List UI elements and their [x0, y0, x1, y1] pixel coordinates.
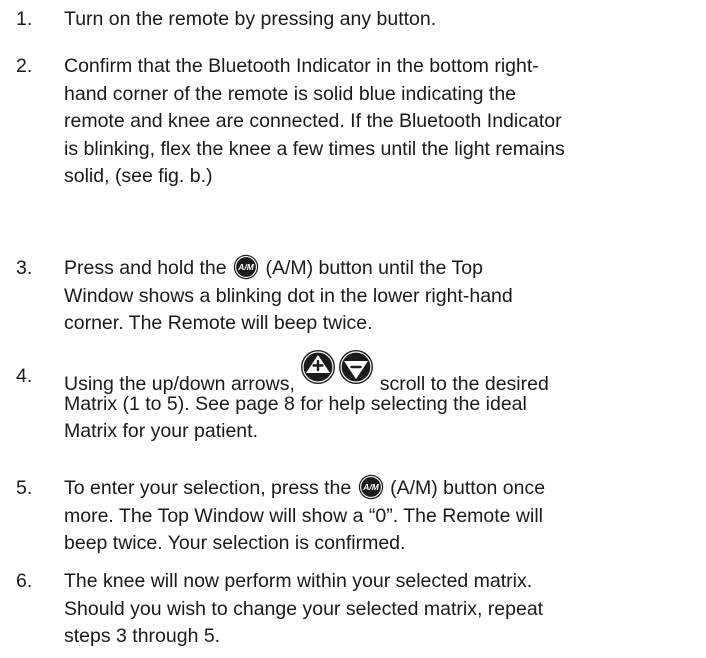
am-button-icon: A/M — [233, 254, 259, 280]
step-text-segment: (A/M) button until the Top — [265, 257, 483, 279]
step-line: The knee will now perform within your se… — [64, 570, 533, 592]
step-number: 3. — [16, 257, 33, 279]
am-icon-label: A/M — [237, 262, 255, 272]
step-text: Press and hold the A/M (A/M) button unti… — [64, 254, 704, 338]
step-line: Turn on the remote by pressing any butto… — [64, 8, 437, 30]
step-number: 6. — [16, 570, 33, 592]
step-text: The knee will now perform within your se… — [64, 568, 704, 651]
step-line: To enter your selection, press the A/M (… — [64, 474, 704, 503]
step-text: To enter your selection, press the A/M (… — [64, 474, 704, 558]
step-number: 1. — [16, 8, 33, 30]
step-line: is blinking, flex the knee a few times u… — [64, 137, 565, 160]
step-text-segment: To enter your selection, press the — [64, 477, 352, 499]
step-line: more. The Top Window will show a “0”. Th… — [64, 504, 544, 527]
down-arrow-button-icon — [338, 349, 374, 385]
step-number: 5. — [16, 477, 33, 499]
step-line: Matrix for your patient. — [64, 420, 258, 442]
step-line: Press and hold the A/M (A/M) button unti… — [64, 254, 704, 283]
step-text-segment: (A/M) button once — [390, 477, 546, 499]
step-line: Window shows a blinking dot in the lower… — [64, 284, 513, 307]
step-line: remote and knee are connected. If the Bl… — [64, 110, 562, 132]
up-arrow-button-icon — [300, 349, 336, 385]
step-text: Using the up/down arrows, scroll to the … — [64, 350, 704, 446]
step-line: Matrix (1 to 5). See page 8 for help sel… — [64, 392, 527, 415]
step-line: beep twice. Your selection is confirmed. — [64, 532, 406, 554]
step-line: Confirm that the Bluetooth Indicator in … — [64, 55, 539, 77]
step-number: 2. — [16, 55, 33, 77]
step-text: Confirm that the Bluetooth Indicator in … — [64, 53, 704, 191]
step-line: Should you wish to change your selected … — [64, 597, 544, 620]
step-line: Using the up/down arrows, scroll to the … — [64, 350, 704, 395]
step-number: 4. — [16, 365, 33, 387]
step-line: steps 3 through 5. — [64, 625, 221, 647]
step-text-segment: Press and hold the — [64, 257, 227, 279]
step-line: hand corner of the remote is solid blue … — [64, 82, 517, 105]
am-button-icon: A/M — [358, 474, 384, 500]
step-line: corner. The Remote will beep twice. — [64, 312, 373, 334]
arrow-buttons — [300, 350, 374, 390]
step-text: Turn on the remote by pressing any butto… — [64, 6, 704, 34]
am-icon-label: A/M — [362, 482, 380, 492]
step-line: solid, (see fig. b.) — [64, 165, 213, 187]
